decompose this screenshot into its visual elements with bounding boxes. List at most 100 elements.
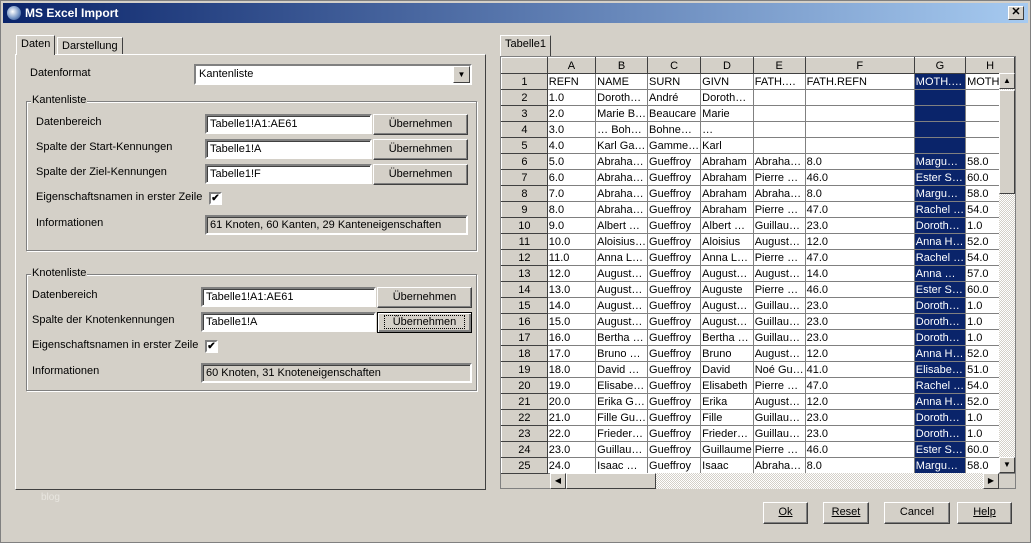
cell[interactable]: Noé Gu… [752,361,806,378]
start-kennungen-input[interactable]: Tabelle1!A [205,139,372,159]
cell[interactable]: Pierre … [752,281,806,298]
cell[interactable]: Fille [700,409,754,426]
cell[interactable]: Ester S… [913,169,967,186]
cell[interactable]: Abraha… [752,153,806,170]
cell[interactable]: 14.0 [546,297,597,314]
row-header[interactable]: 3 [501,105,548,122]
cell[interactable]: 5.0 [546,153,597,170]
ziel-kennungen-input[interactable]: Tabelle1!F [205,164,372,184]
cell[interactable]: Anna H… [913,393,967,410]
cell[interactable]: 46.0 [804,441,915,458]
cell[interactable]: 13.0 [546,281,597,298]
cell[interactable] [752,89,806,106]
cell[interactable]: Abraha… [752,457,806,474]
datenformat-select[interactable]: Kantenliste ▼ [194,64,472,85]
cell[interactable]: Abraha… [595,185,649,202]
cell[interactable]: Gueffroy [647,217,702,234]
cell[interactable]: Bruno … [595,345,649,362]
cell[interactable]: Bohne… [647,121,702,138]
column-header-C[interactable]: C [647,57,702,74]
cell[interactable]: 47.0 [804,201,915,218]
cell[interactable]: Guillau… [752,425,806,442]
cell[interactable]: 12.0 [804,233,915,250]
cell[interactable]: Karl [700,137,754,154]
cell[interactable]: 23.0 [804,425,915,442]
cell[interactable]: Gueffroy [647,409,702,426]
row-header[interactable]: 24 [501,441,548,458]
cell[interactable]: 23.0 [804,217,915,234]
cell[interactable]: Doroth… [913,409,967,426]
cell[interactable]: Fille Gu… [595,409,649,426]
cell[interactable]: … [700,121,754,138]
cell[interactable]: Abraham [700,201,754,218]
cell[interactable]: GIVN [700,73,754,90]
cell[interactable]: August… [595,281,649,298]
cell[interactable]: Doroth… [913,217,967,234]
column-header-H[interactable]: H [965,57,1015,74]
cell[interactable]: Bertha … [595,329,649,346]
row-header[interactable]: 6 [501,153,548,170]
cell[interactable]: Guillau… [752,409,806,426]
cell[interactable]: Gueffroy [647,169,702,186]
cell[interactable]: 11.0 [546,249,597,266]
row-header[interactable]: 9 [501,201,548,218]
column-header-F[interactable]: F [804,57,915,74]
cell[interactable]: August… [752,233,806,250]
column-header-A[interactable]: A [546,57,597,74]
knotenkennungen-apply-button[interactable]: Übernehmen [377,312,472,333]
cell[interactable]: August… [700,265,754,282]
cell[interactable]: Frieder… [700,425,754,442]
cell[interactable]: 23.0 [804,409,915,426]
cell[interactable]: 12.0 [804,393,915,410]
cell[interactable]: Gueffroy [647,201,702,218]
cell[interactable]: 2.0 [546,105,597,122]
close-button[interactable]: ✕ [1008,6,1024,20]
cell[interactable]: Gueffroy [647,153,702,170]
scroll-right-icon[interactable]: ▶ [983,473,999,489]
knoten-header-checkbox[interactable]: ✔ [205,340,218,353]
cell[interactable]: 24.0 [546,457,597,474]
cell[interactable]: 8.0 [804,153,915,170]
cell[interactable]: Doroth… [913,313,967,330]
cell[interactable]: 19.0 [546,377,597,394]
cell[interactable]: 17.0 [546,345,597,362]
cell[interactable]: Anna L… [700,249,754,266]
cell[interactable]: 18.0 [546,361,597,378]
column-header-G[interactable]: G [913,57,967,74]
cell[interactable]: 47.0 [804,249,915,266]
cell[interactable]: Margu… [913,457,967,474]
cell[interactable] [804,121,915,138]
row-header[interactable]: 18 [501,345,548,362]
cell[interactable]: MOTH.… [913,73,967,90]
row-header[interactable]: 7 [501,169,548,186]
cell[interactable]: Gueffroy [647,457,702,474]
cell[interactable]: Karl Ga… [595,137,649,154]
cell[interactable]: 7.0 [546,185,597,202]
ziel-kennungen-apply-button[interactable]: Übernehmen [373,164,468,185]
cell[interactable]: FATH.… [752,73,806,90]
cell[interactable]: Gueffroy [647,265,702,282]
cell[interactable]: 46.0 [804,169,915,186]
cell[interactable]: 23.0 [804,313,915,330]
tab-tabelle1[interactable]: Tabelle1 [500,35,551,56]
cell[interactable]: Rachel … [913,249,967,266]
tab-daten[interactable]: Daten [16,35,56,55]
row-header[interactable]: 10 [501,217,548,234]
cell[interactable]: Anna H… [913,345,967,362]
row-header[interactable]: 21 [501,393,548,410]
cell[interactable]: Guillau… [752,297,806,314]
row-header[interactable]: 12 [501,249,548,266]
cell[interactable]: 23.0 [804,329,915,346]
cell[interactable]: Gueffroy [647,361,702,378]
cell[interactable]: Guillaume [700,441,754,458]
scroll-down-icon[interactable]: ▼ [999,457,1015,473]
cell[interactable]: August… [700,297,754,314]
cancel-button[interactable]: Cancel [884,502,950,524]
cell[interactable]: Gamme… [647,137,702,154]
cell[interactable]: Margu… [913,185,967,202]
cell[interactable]: Gueffroy [647,441,702,458]
cell[interactable]: Aloisius [700,233,754,250]
cell[interactable]: Marie [700,105,754,122]
cell[interactable] [913,105,967,122]
column-header-E[interactable]: E [752,57,806,74]
